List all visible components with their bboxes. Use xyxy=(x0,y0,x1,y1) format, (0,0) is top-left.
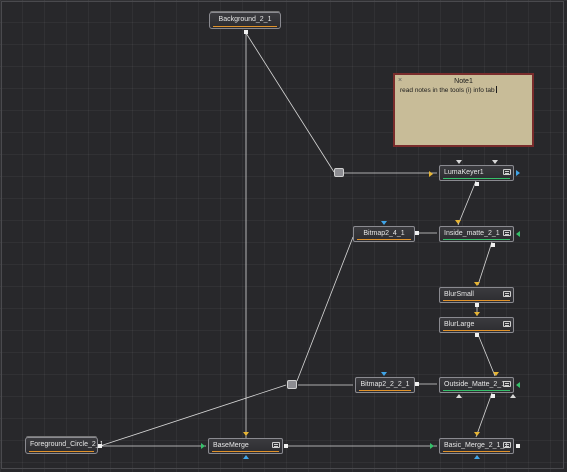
wire-foreground-to-router2 xyxy=(99,384,287,447)
node-outsidematte[interactable]: Outside_Matte_2_1 xyxy=(439,377,514,393)
node-background-output-port[interactable] xyxy=(244,30,248,34)
node-bitmap2[interactable]: Bitmap2_2_2_1 xyxy=(355,377,415,393)
node-basemerge-label: BaseMerge xyxy=(213,442,249,449)
note-text-line[interactable]: read notes in the tools (i) info tab xyxy=(395,86,532,95)
info-icon[interactable] xyxy=(503,442,511,448)
node-bitmap4-label: Bitmap2_4_1 xyxy=(363,230,405,237)
outsidematte-background-input[interactable] xyxy=(493,372,499,376)
info-icon[interactable] xyxy=(503,169,511,175)
node-lumakeyer-label: LumaKeyer1 xyxy=(444,169,484,176)
bitmap4-output-port[interactable] xyxy=(415,231,419,235)
node-background-label: Background_2_1 xyxy=(218,16,272,23)
info-icon[interactable] xyxy=(272,442,280,448)
node-blursmall-output-bar xyxy=(443,300,510,301)
wire-lumakeyer-to-insidematte xyxy=(457,180,477,226)
foreground-output-port[interactable] xyxy=(98,444,102,448)
outsidematte-input-port-1[interactable] xyxy=(456,394,462,398)
lumakeyer-background-input[interactable] xyxy=(429,171,433,177)
node-background-output-bar xyxy=(213,26,277,27)
lumakeyer-output-port[interactable] xyxy=(475,182,479,186)
node-insidematte[interactable]: Inside_matte_2_1 xyxy=(439,226,514,242)
basicmerge-mask-input[interactable] xyxy=(474,455,480,459)
node-outsidematte-label: Outside_Matte_2_1 xyxy=(444,381,506,388)
basemerge-mask-input[interactable] xyxy=(243,455,249,459)
pipe-router-1[interactable] xyxy=(334,168,344,177)
info-icon[interactable] xyxy=(503,291,511,297)
info-icon[interactable] xyxy=(503,321,511,327)
outsidematte-effect-mask-input[interactable] xyxy=(516,382,520,388)
node-blursmall-label: BlurSmall xyxy=(444,291,474,298)
node-basemerge[interactable]: BaseMerge xyxy=(208,438,283,454)
blursmall-output-port[interactable] xyxy=(475,303,479,307)
note-close-icon[interactable]: × xyxy=(398,77,402,85)
note-title: Note1 xyxy=(454,78,473,85)
outsidematte-output-port[interactable] xyxy=(491,394,495,398)
node-bitmap4-output-bar xyxy=(357,239,411,240)
basemerge-output-port[interactable] xyxy=(284,444,288,448)
insidematte-background-input[interactable] xyxy=(455,220,461,224)
basemerge-background-input[interactable] xyxy=(243,432,249,436)
note-text: read notes in the tools (i) info tab xyxy=(400,87,495,94)
blursmall-input[interactable] xyxy=(474,282,480,286)
node-lumakeyer[interactable]: LumaKeyer1 xyxy=(439,165,514,181)
pipe-router-2[interactable] xyxy=(287,380,297,389)
wire-background-to-router xyxy=(245,32,335,173)
node-foreground[interactable]: Foreground_Circle_2_1 xyxy=(25,437,104,454)
node-foreground-label: Foreground_Circle_2_1 xyxy=(30,441,104,448)
info-icon[interactable] xyxy=(503,381,511,387)
node-blurlarge[interactable]: BlurLarge xyxy=(439,317,514,333)
wire-outsidematte-to-basicmerge xyxy=(475,392,493,438)
node-insidematte-label: Inside_matte_2_1 xyxy=(444,230,500,237)
node-blursmall[interactable]: BlurSmall xyxy=(439,287,514,303)
node-basemerge-output-bar xyxy=(212,451,279,452)
bitmap2-mask-input[interactable] xyxy=(381,372,387,376)
node-bitmap2-label: Bitmap2_2_2_1 xyxy=(360,381,410,388)
node-lumakeyer-output-bar xyxy=(443,178,510,179)
text-cursor xyxy=(495,86,497,93)
node-insidematte-output-bar xyxy=(443,239,510,240)
wire-router2-to-bitmap4 xyxy=(296,236,354,382)
lumakeyer-mask-input[interactable] xyxy=(516,170,520,176)
node-blurlarge-output-bar xyxy=(443,330,510,331)
lumakeyer-input-port-1[interactable] xyxy=(456,160,462,164)
wire-insidematte-to-blursmall xyxy=(477,241,493,286)
outsidematte-input-port-2[interactable] xyxy=(510,394,516,398)
bitmap4-mask-input[interactable] xyxy=(381,221,387,225)
node-bitmap2-output-bar xyxy=(359,390,411,391)
insidematte-output-port[interactable] xyxy=(491,243,495,247)
wire-blurlarge-to-outsidematte xyxy=(476,331,496,377)
node-basicmerge-label: Basic_Merge_2_1_1 xyxy=(444,442,509,449)
blurlarge-output-port[interactable] xyxy=(475,333,479,337)
node-bitmap4[interactable]: Bitmap2_4_1 xyxy=(353,226,415,242)
node-background[interactable]: Background_2_1 xyxy=(209,12,281,29)
basicmerge-background-input[interactable] xyxy=(474,432,480,436)
node-outsidematte-output-bar xyxy=(443,390,510,391)
basemerge-foreground-input[interactable] xyxy=(201,443,205,449)
node-basicmerge-output-bar xyxy=(443,451,510,452)
node-foreground-output-bar xyxy=(29,451,94,452)
info-icon[interactable] xyxy=(503,230,511,236)
sticky-note[interactable]: × Note1 read notes in the tools (i) info… xyxy=(393,73,534,147)
node-blurlarge-label: BlurLarge xyxy=(444,321,475,328)
insidematte-effect-mask-input[interactable] xyxy=(516,231,520,237)
blurlarge-input[interactable] xyxy=(474,312,480,316)
bitmap2-output-port[interactable] xyxy=(415,382,419,386)
basicmerge-foreground-input[interactable] xyxy=(430,443,434,449)
lumakeyer-input-port-2[interactable] xyxy=(492,160,498,164)
basicmerge-output-port[interactable] xyxy=(516,444,520,448)
node-basicmerge[interactable]: Basic_Merge_2_1_1 xyxy=(439,438,514,454)
